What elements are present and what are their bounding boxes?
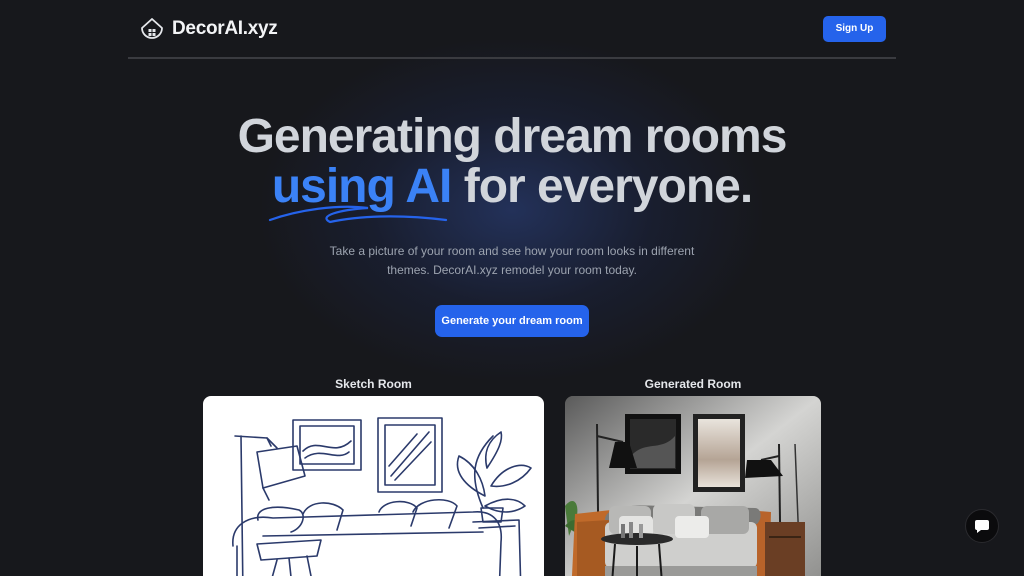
scribble-underline-icon bbox=[268, 205, 447, 224]
brand[interactable]: DecorAI.xyz bbox=[138, 15, 278, 43]
hero: Generating dream rooms using AI for ever… bbox=[0, 110, 1024, 224]
sketch-room-label: Sketch Room bbox=[335, 377, 412, 391]
hero-title-accent: using AI bbox=[268, 162, 452, 224]
hero-title-line1: Generating dream rooms bbox=[237, 110, 788, 163]
sketch-room-image bbox=[203, 396, 544, 576]
chat-button[interactable] bbox=[965, 509, 999, 543]
chat-bubble-icon bbox=[975, 520, 989, 533]
generate-room-button[interactable]: Generate your dream room bbox=[435, 305, 589, 337]
hero-subtitle: Take a picture of your room and see how … bbox=[329, 244, 695, 277]
house-icon bbox=[141, 17, 163, 39]
hero-title-line2: using AI for everyone. bbox=[0, 160, 1024, 224]
hero-title-rest: for everyone. bbox=[451, 160, 753, 213]
sketch-room-drawing bbox=[232, 417, 532, 576]
top-nav: DecorAI.xyz Sign Up bbox=[128, 0, 896, 59]
generated-room-label: Generated Room bbox=[644, 377, 742, 391]
generated-room-rendering bbox=[565, 396, 821, 576]
sign-up-button[interactable]: Sign Up bbox=[823, 15, 886, 42]
generated-room-image bbox=[565, 396, 821, 576]
brand-name: DecorAI.xyz bbox=[172, 17, 278, 39]
